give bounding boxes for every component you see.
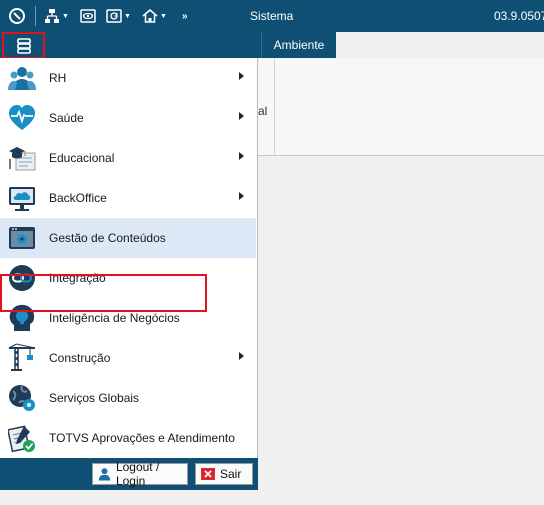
monitor-cloud-icon — [8, 183, 36, 213]
menu-item-gestao-de-conteudos[interactable]: Gestão de Conteúdos — [0, 218, 256, 258]
home-icon — [142, 8, 158, 23]
menu-item-label: Serviços Globais — [49, 391, 140, 405]
menu-item-label: Gestão de Conteúdos — [49, 231, 166, 245]
window-title: Sistema — [250, 9, 294, 23]
eye-button[interactable] — [80, 6, 96, 26]
logout-login-label: Logout / Login — [115, 460, 160, 488]
menu-item-label: Educacional — [49, 151, 115, 165]
main-menu: RH Saúde Educacional BackOffice Gestão d… — [0, 58, 258, 490]
org-chart-icon — [45, 9, 59, 23]
top-toolbar: ▼ ▼ ▼ » Sistema 03.9.0507 — [0, 0, 544, 32]
exit-button[interactable]: Sair — [195, 463, 253, 485]
org-chart-button[interactable]: ▼ — [44, 6, 69, 26]
work-area — [258, 157, 544, 505]
refresh-icon — [106, 9, 122, 23]
graduation-icon — [8, 143, 36, 173]
globe-gear-icon — [8, 383, 36, 413]
toolbar-separator — [35, 6, 36, 26]
selection-highlight-box — [0, 274, 207, 312]
menu-item-rh[interactable]: RH — [0, 58, 256, 98]
chevron-down-icon: ▼ — [124, 12, 131, 20]
more-button[interactable]: » — [182, 6, 188, 26]
menu-item-backoffice[interactable]: BackOffice — [0, 178, 256, 218]
exit-label: Sair — [220, 467, 242, 481]
menu-item-servicos-globais[interactable]: Serviços Globais — [0, 378, 256, 418]
menu-icon — [16, 37, 31, 54]
crane-icon — [8, 343, 36, 373]
menu-item-label: RH — [49, 71, 67, 85]
chevron-down-icon: ▼ — [160, 12, 167, 20]
submenu-arrow-icon — [239, 112, 244, 120]
heart-pulse-icon — [8, 103, 36, 133]
eye-icon — [80, 9, 96, 23]
submenu-arrow-icon — [239, 152, 244, 160]
people-icon — [8, 63, 36, 93]
gear-monitor-icon — [8, 223, 36, 253]
submenu-arrow-icon — [239, 352, 244, 360]
menu-item-label: Construção — [49, 351, 111, 365]
version-label: 03.9.0507 — [494, 9, 544, 23]
logout-login-button[interactable]: Logout / Login — [92, 460, 188, 488]
menu-item-construcao[interactable]: Construção — [0, 338, 256, 378]
menu-item-label: Saúde — [49, 111, 84, 125]
refresh-button[interactable]: ▼ — [106, 6, 131, 26]
user-icon — [98, 468, 111, 481]
logo-icon[interactable] — [8, 6, 26, 26]
approval-icon — [6, 423, 36, 453]
ribbon-label-fragment: al — [258, 104, 268, 118]
submenu-arrow-icon — [239, 72, 244, 80]
menu-item-educacional[interactable]: Educacional — [0, 138, 256, 178]
menu-item-label: TOTVS Aprovações e Atendimento — [49, 431, 235, 445]
chevron-down-icon: ▼ — [62, 12, 69, 20]
ribbon-panel — [258, 58, 544, 156]
menu-item-totvs-aprovacoes[interactable]: TOTVS Aprovações e Atendimento — [0, 418, 256, 458]
menu-item-label: Inteligência de Negócios — [49, 311, 180, 325]
submenu-arrow-icon — [239, 192, 244, 200]
menu-footer: Logout / Login Sair — [0, 458, 258, 490]
tab-ambiente[interactable]: Ambiente — [261, 32, 336, 58]
home-button[interactable]: ▼ — [142, 6, 167, 26]
ribbon-separator — [274, 58, 275, 156]
close-icon — [201, 468, 215, 480]
menu-item-saude[interactable]: Saúde — [0, 98, 256, 138]
main-menu-button[interactable] — [2, 32, 45, 59]
more-icon: » — [182, 10, 188, 22]
menu-item-label: BackOffice — [49, 191, 107, 205]
